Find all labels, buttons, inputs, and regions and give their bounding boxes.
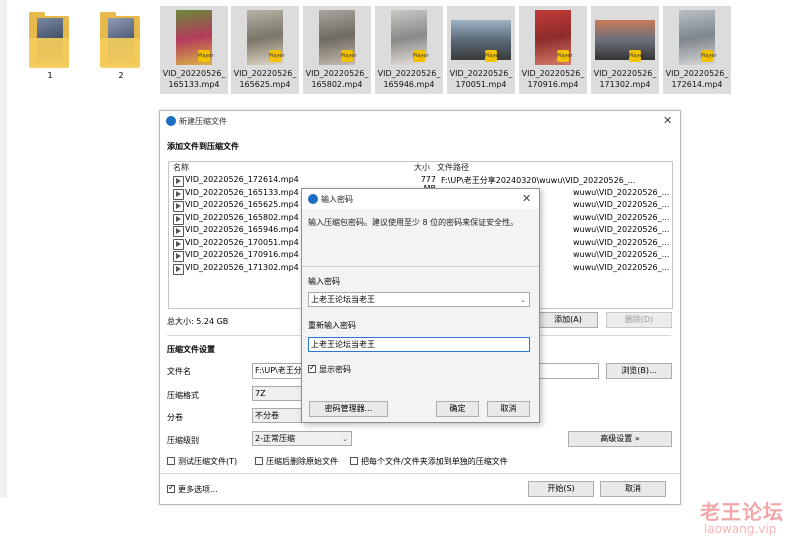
player-badge-icon: Player xyxy=(413,50,429,62)
test-archive-label: 测试压缩文件(T) xyxy=(178,457,238,466)
player-badge-icon: Player xyxy=(557,50,573,62)
show-password-label: 显示密码 xyxy=(319,365,351,374)
video-file-name: VID_20220526_ 170916.mp4 xyxy=(521,69,585,89)
reenter-password-input[interactable]: 上老王论坛当老王 xyxy=(308,337,530,352)
video-file-item[interactable]: Player VID_20220526_ 165802.mp4 xyxy=(303,6,371,94)
column-header-name[interactable]: 名称 xyxy=(173,162,189,173)
chevron-down-icon: ⌄ xyxy=(342,435,348,443)
delete-after-checkbox[interactable] xyxy=(255,457,263,465)
video-file-item[interactable]: Player VID_20220526_ 165133.mp4 xyxy=(160,6,228,94)
video-file-icon xyxy=(173,176,184,187)
app-icon xyxy=(308,194,318,204)
player-badge-icon: Player xyxy=(341,50,357,62)
video-file-item[interactable]: Player VID_20220526_ 170916.mp4 xyxy=(519,6,587,94)
video-file-icon xyxy=(173,263,184,275)
browse-button[interactable]: 浏览(B)... xyxy=(606,363,672,379)
video-file-name: VID_20220526_ 165625.mp4 xyxy=(233,69,297,89)
video-file-item[interactable]: Player VID_20220526_ 170051.mp4 xyxy=(447,6,515,94)
file-row[interactable]: VID_20220526_172614.mp4777 MBF:\UP\老王分享2… xyxy=(173,175,663,193)
player-badge-icon: Player xyxy=(629,50,645,62)
level-label: 压缩级别 xyxy=(167,436,199,445)
more-options-checkbox[interactable] xyxy=(167,483,175,493)
ok-button[interactable]: 确定 xyxy=(436,401,479,417)
divider xyxy=(160,473,680,474)
more-options-label: 更多选项... xyxy=(178,485,218,494)
separate-archives-checkbox[interactable] xyxy=(350,457,358,465)
divider xyxy=(302,266,539,267)
format-label: 压缩格式 xyxy=(167,391,199,400)
reenter-password-label: 重新输入密码 xyxy=(308,321,356,330)
video-file-icon xyxy=(173,251,184,262)
enter-password-label: 输入密码 xyxy=(308,277,340,286)
column-header-size[interactable]: 大小 xyxy=(414,162,430,173)
video-file-name: VID_20220526_ 165133.mp4 xyxy=(162,69,226,89)
section-title-settings: 压缩文件设置 xyxy=(167,345,215,354)
show-password-checkbox[interactable] xyxy=(308,363,316,373)
video-file-icon xyxy=(173,238,184,250)
video-file-item[interactable]: Player VID_20220526_ 171302.mp4 xyxy=(591,6,659,94)
video-file-item[interactable]: Player VID_20220526_ 172614.mp4 xyxy=(663,6,731,94)
level-select[interactable]: 2-正常压缩 ⌄ xyxy=(252,431,352,446)
video-thumbnail xyxy=(451,20,511,60)
password-input[interactable]: 上老王论坛当老王 ⌄ xyxy=(308,292,530,307)
folder-icon[interactable] xyxy=(29,12,71,70)
folder-icon[interactable] xyxy=(100,12,142,70)
advanced-settings-button[interactable]: 高级设置 » xyxy=(568,431,672,447)
split-label: 分卷 xyxy=(167,413,183,422)
video-file-icon xyxy=(173,213,184,225)
video-file-name: VID_20220526_ 170051.mp4 xyxy=(449,69,513,89)
video-file-name: VID_20220526_ 165946.mp4 xyxy=(377,69,441,89)
video-file-icon xyxy=(173,188,184,200)
password-manager-button[interactable]: 密码管理器... xyxy=(309,401,388,417)
test-archive-checkbox[interactable] xyxy=(167,457,175,465)
desktop-left-strip xyxy=(0,0,7,498)
video-file-item[interactable]: Player VID_20220526_ 165625.mp4 xyxy=(231,6,299,94)
add-button[interactable]: 添加(A) xyxy=(538,312,598,328)
start-button[interactable]: 开始(S) xyxy=(528,481,594,497)
folder-label: 1 xyxy=(47,71,53,80)
password-cancel-button[interactable]: 取消 xyxy=(487,401,530,417)
video-file-icon xyxy=(173,201,184,212)
password-hint: 输入压缩包密码。建议使用至少 8 位的密码来保证安全性。 xyxy=(308,218,519,227)
split-select[interactable]: 不分卷 xyxy=(252,408,302,423)
dialog-titlebar: 新建压缩文件 ✕ xyxy=(160,111,680,131)
filename-label: 文件名 xyxy=(167,367,191,376)
total-size-text: 总大小: 5.24 GB xyxy=(167,317,229,326)
column-header-path[interactable]: 文件路径 xyxy=(437,162,469,173)
close-icon[interactable]: ✕ xyxy=(663,114,672,127)
watermark-url: laowang.vip xyxy=(704,522,777,536)
format-select[interactable]: 7Z xyxy=(252,386,302,401)
player-badge-icon: Player xyxy=(198,50,214,62)
close-icon[interactable]: ✕ xyxy=(522,192,531,205)
player-badge-icon: Player xyxy=(485,50,501,62)
player-badge-icon: Player xyxy=(269,50,285,62)
app-icon xyxy=(166,116,176,126)
dialog-title: 新建压缩文件 xyxy=(179,117,227,126)
dialog-title: 输入密码 xyxy=(321,195,353,204)
separate-archives-label: 把每个文件/文件夹添加到单独的压缩文件 xyxy=(361,457,508,466)
delete-after-label: 压缩后删除原始文件 xyxy=(266,457,338,466)
delete-button[interactable]: 删除(D) xyxy=(606,312,672,328)
chevron-down-icon: ⌄ xyxy=(520,296,526,304)
video-file-name: VID_20220526_ 165802.mp4 xyxy=(305,69,369,89)
video-thumbnail xyxy=(595,20,655,60)
player-badge-icon: Player xyxy=(701,50,717,62)
password-dialog: 输入密码 ✕ 输入压缩包密码。建议使用至少 8 位的密码来保证安全性。 输入密码… xyxy=(301,188,540,423)
dialog-titlebar: 输入密码 ✕ xyxy=(302,189,539,209)
watermark-text: 老王论坛 xyxy=(700,500,784,524)
video-file-name: VID_20220526_ 172614.mp4 xyxy=(665,69,729,89)
video-file-item[interactable]: Player VID_20220526_ 165946.mp4 xyxy=(375,6,443,94)
cancel-button[interactable]: 取消 xyxy=(600,481,666,497)
video-file-icon xyxy=(173,226,184,237)
folder-label: 2 xyxy=(118,71,124,80)
section-title-add-files: 添加文件到压缩文件 xyxy=(167,142,239,151)
video-file-name: VID_20220526_ 171302.mp4 xyxy=(593,69,657,89)
